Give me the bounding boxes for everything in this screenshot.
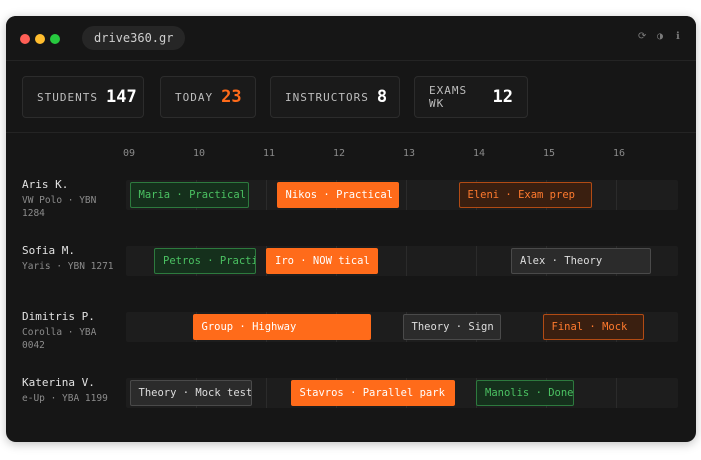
stat-instructors: INSTRUCTORS 8 (270, 76, 400, 118)
stat-label: TODAY (175, 90, 214, 104)
lesson-block[interactable]: Group · Highway (192, 314, 371, 340)
info-icon[interactable]: ℹ (676, 31, 680, 43)
student-car: Corolla · YBA 0042 (22, 326, 122, 352)
stat-students: STUDENTS 147 (22, 76, 144, 118)
url-bar[interactable]: drive360.gr (82, 26, 186, 50)
lesson-block[interactable]: Theory · Mock test (129, 380, 252, 406)
lesson-block[interactable]: Alex · Theory (511, 248, 651, 274)
hour-gridline (406, 180, 407, 210)
student-name[interactable]: Dimitris P. (22, 310, 95, 323)
hour-label: 12 (333, 148, 346, 159)
hour-gridline (616, 378, 617, 408)
close-window-button[interactable] (20, 34, 30, 44)
hour-gridline (616, 180, 617, 210)
hour-label: 10 (193, 148, 206, 159)
hour-gridline (476, 246, 477, 276)
student-car: e-Up · YBA 1199 (22, 392, 122, 405)
divider (6, 132, 696, 133)
stat-label: EXAMS WK (429, 84, 468, 110)
lesson-block[interactable]: Maria · Practical (129, 182, 249, 208)
lesson-block[interactable]: Iro · NOW tical (266, 248, 378, 274)
lesson-block[interactable]: Final · Mock (542, 314, 644, 340)
stat-label: STUDENTS (37, 90, 98, 104)
lesson-block[interactable]: Petros · Practical (154, 248, 256, 274)
app-window: drive360.gr ⟳ ◑ ℹ STUDENTS 147 TODAY 23 … (6, 16, 696, 442)
lesson-block[interactable]: Nikos · Practical (276, 182, 399, 208)
stat-exams-week: EXAMS WK 12 (414, 76, 528, 118)
car-line: 1284 (22, 208, 45, 219)
title-bar: drive360.gr ⟳ ◑ ℹ (6, 16, 696, 61)
lesson-block[interactable]: Theory · Sign (402, 314, 501, 340)
hour-label: 16 (613, 148, 626, 159)
car-line: VW Polo · YBN (22, 195, 97, 206)
student-name[interactable]: Aris K. (22, 178, 68, 191)
stat-today: TODAY 23 (160, 76, 256, 118)
student-car: VW Polo · YBN 1284 (22, 194, 122, 220)
maximize-window-button[interactable] (50, 34, 60, 44)
student-name[interactable]: Sofia M. (22, 244, 75, 257)
stat-value: 8 (376, 87, 388, 107)
student-car: Yaris · YBN 1271 (22, 260, 122, 273)
hour-label: 15 (543, 148, 556, 159)
hour-label: 14 (473, 148, 486, 159)
student-name[interactable]: Katerina V. (22, 376, 95, 389)
reload-icon[interactable]: ⟳ (638, 31, 646, 43)
lesson-block[interactable]: Stavros · Parallel park (290, 380, 455, 406)
lesson-block[interactable]: Manolis · Done (476, 380, 574, 406)
hour-label: 09 (123, 148, 136, 159)
hour-label: 11 (263, 148, 276, 159)
car-line: 0042 (22, 340, 45, 351)
car-line: Corolla · YBA (22, 327, 97, 338)
hour-label: 13 (403, 148, 416, 159)
theme-icon[interactable]: ◑ (657, 31, 663, 43)
hour-gridline (266, 180, 267, 210)
car-line: Yaris · YBN 1271 (22, 261, 114, 272)
stat-value: 147 (105, 87, 137, 107)
stat-value: 23 (221, 87, 242, 107)
stat-value: 12 (492, 87, 513, 107)
stat-label: INSTRUCTORS (285, 90, 369, 104)
car-line: e-Up · YBA 1199 (22, 393, 108, 404)
hour-gridline (406, 246, 407, 276)
lesson-block[interactable]: Eleni · Exam prep (458, 182, 592, 208)
minimize-window-button[interactable] (35, 34, 45, 44)
hour-gridline (266, 378, 267, 408)
